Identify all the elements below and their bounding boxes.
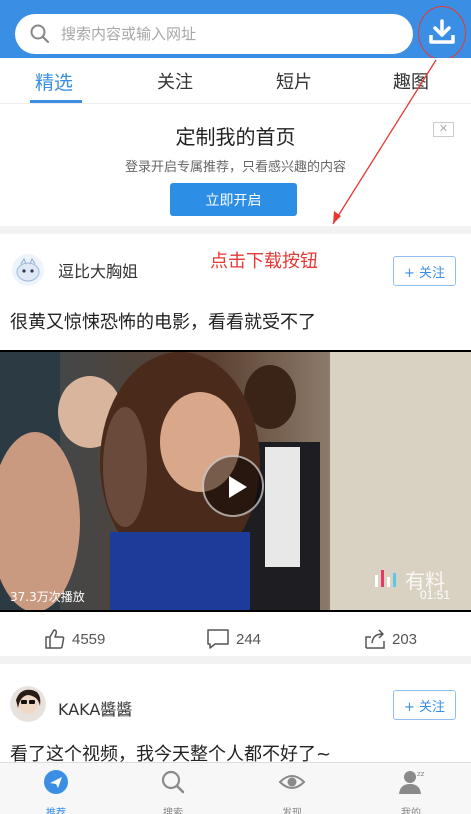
post-title[interactable]: 很黄又惊悚恐怖的电影，看看就受不了 [10,308,316,334]
bottom-tab-bar: 推荐 搜索 发现 zz 我的 [0,762,471,814]
follow-button[interactable]: + 关注 [393,256,456,286]
tab-label: 推荐 [46,808,66,814]
tab-discover[interactable]: 发现 [262,769,322,814]
watermark-icon [375,570,396,587]
avatar[interactable] [12,254,44,286]
svg-text:zz: zz [417,770,424,778]
tab-label: 我的 [401,808,421,814]
share-button[interactable]: 203 [364,628,417,650]
comment-icon [207,629,229,649]
play-button[interactable] [202,455,264,517]
video-player[interactable]: 37.3万次播放 有料 01:51 [0,350,471,612]
author-name[interactable]: KAKA醬醬 [58,696,132,720]
comment-count: 244 [236,630,262,648]
play-icon [229,476,247,498]
comment-button[interactable]: 244 [206,628,261,650]
tab-search[interactable]: 搜索 [143,769,203,814]
post-header: 逗比大胸姐 + 关注 [0,244,471,296]
eye-icon [278,775,306,789]
search-icon [161,770,185,794]
post-header: KAKA醬醬 + 关注 [0,676,471,728]
like-count: 4559 [72,630,106,648]
share-icon [365,629,385,649]
user-icon: zz [399,770,425,794]
like-button[interactable]: 4559 [44,628,105,650]
follow-button[interactable]: + 关注 [393,690,456,720]
tab-label: 搜索 [163,808,183,814]
tab-label: 发现 [282,808,302,814]
tab-me[interactable]: zz 我的 [381,769,441,814]
thumbs-up-icon [45,629,65,649]
play-count: 37.3万次播放 [10,590,85,604]
tab-recommend[interactable]: 推荐 [26,769,86,814]
post-actions: 4559 244 203 [0,614,471,664]
avatar[interactable] [10,686,46,722]
share-count: 203 [392,630,418,648]
video-duration: 01:51 [420,588,451,602]
recommend-icon [44,770,68,794]
author-name[interactable]: 逗比大胸姐 [58,258,138,282]
